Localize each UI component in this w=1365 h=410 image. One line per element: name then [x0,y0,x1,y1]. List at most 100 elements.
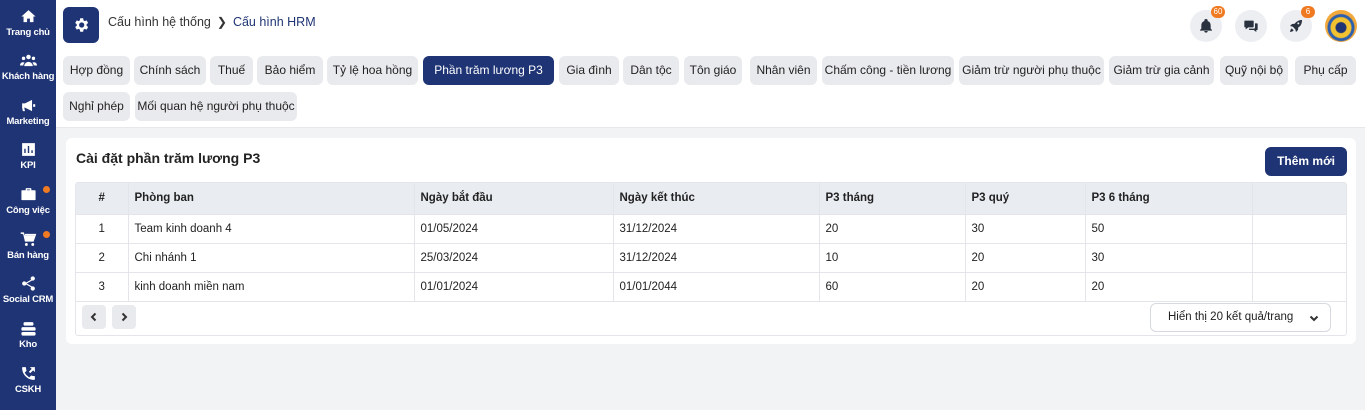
column-header-department[interactable]: Phòng ban [128,183,415,215]
chat-button[interactable] [1235,10,1267,42]
next-page-button[interactable] [112,305,136,329]
notifications-badge: 60 [1211,6,1225,18]
breadcrumb: Cấu hình hệ thống ❯ Cấu hình HRM [108,15,316,29]
top-header: Cấu hình hệ thống ❯ Cấu hình HRM 60 6 [56,0,1365,50]
chevron-right-icon [121,312,128,322]
sidebar-item-marketing[interactable]: Marketing [0,97,56,137]
sidebar-item-social-crm[interactable]: Social CRM [0,275,56,315]
end-date-cell: 01/01/2044 [613,272,820,302]
tab-phan-tram-luong-p3[interactable]: Phần trăm lương P3 [423,56,554,85]
tab-bao-hiem[interactable]: Bảo hiểm [257,56,323,85]
end-date-cell: 31/12/2024 [613,214,820,244]
column-header-p3-quarter[interactable]: P3 quý [965,183,1086,215]
sidebar-item-label: KPI [20,160,36,171]
start-date-cell: 01/05/2024 [414,214,614,244]
sidebar-item-label: Khách hàng [1,71,55,82]
table-row[interactable]: 2 Chi nhánh 1 25/03/2024 31/12/2024 10 2… [76,243,1346,273]
sidebar-item-cskh[interactable]: CSKH [0,365,56,405]
sidebar-item-customers[interactable]: Khách hàng [0,52,56,92]
breadcrumb-current: Cấu hình HRM [232,15,316,29]
p3-salary-card: Cài đặt phần trăm lương P3 Thêm mới # Ph… [66,138,1356,344]
add-new-button[interactable]: Thêm mới [1265,147,1347,176]
p3-month-cell: 20 [819,214,966,244]
sidebar-item-warehouse[interactable]: Kho [0,320,56,360]
department-cell: Team kinh doanh 4 [128,214,415,244]
rocket-icon [1290,20,1302,32]
start-date-cell: 25/03/2024 [414,243,614,273]
sidebar-item-label: Social CRM [2,294,54,305]
tab-dan-toc[interactable]: Dân tộc [623,56,679,85]
sidebar-item-sales[interactable]: Bán hàng [0,231,56,271]
sidebar-item-label: CSKH [14,384,42,395]
tab-nghi-phep[interactable]: Nghỉ phép [63,92,130,121]
row-index: 3 [76,272,129,302]
sidebar-item-label: Trang chủ [6,27,50,38]
chevron-down-icon [1309,315,1319,322]
tab-cham-cong-tien-luong[interactable]: Chấm công - tiền lương [822,56,954,85]
actions-cell[interactable] [1252,214,1346,244]
p3-6-months-cell: 30 [1085,243,1253,273]
actions-cell[interactable] [1252,272,1346,302]
p3-6-months-cell: 20 [1085,272,1253,302]
p3-quarter-cell: 30 [965,214,1086,244]
notifications-button[interactable]: 60 [1190,6,1225,42]
sidebar-item-home[interactable]: Trang chủ [0,8,56,48]
table-row[interactable]: 3 kinh doanh miền nam 01/01/2024 01/01/2… [76,272,1346,302]
p3-salary-table: # Phòng ban Ngày bắt đầu Ngày kết thúc P… [75,182,1347,336]
breadcrumb-parent[interactable]: Cấu hình hệ thống [108,15,211,29]
tab-gia-dinh[interactable]: Gia đình [559,56,619,85]
gear-icon [75,18,89,32]
actions-cell[interactable] [1252,243,1346,273]
p3-quarter-cell: 20 [965,272,1086,302]
start-date-cell: 01/01/2024 [414,272,614,302]
tab-quy-noi-bo[interactable]: Quỹ nội bộ [1220,56,1288,85]
column-header-p3-month[interactable]: P3 tháng [819,183,966,215]
page-size-value: Hiển thị 20 kết quả/trang [1168,311,1294,323]
page-size-select[interactable]: Hiển thị 20 kết quả/trang [1150,303,1331,332]
column-header-actions [1252,183,1346,215]
sidebar-item-label: Kho [19,339,37,350]
megaphone-icon [21,99,35,112]
sidebar-item-kpi[interactable]: KPI [0,141,56,181]
config-tabs: Hợp đồng Chính sách Thuế Bảo hiểm Tỷ lệ … [56,50,1365,128]
tab-phu-cap[interactable]: Phụ cấp [1295,56,1356,85]
p3-month-cell: 10 [819,243,966,273]
tab-moi-quan-he-nguoi-phu-thuoc[interactable]: Mối quan hệ người phụ thuộc [135,92,297,121]
prev-page-button[interactable] [82,305,106,329]
tab-nhan-vien[interactable]: Nhân viên [750,56,817,85]
sidebar: Trang chủ Khách hàng Marketing KPI Công … [0,0,56,410]
avatar[interactable] [1325,10,1357,42]
column-header-start-date[interactable]: Ngày bắt đầu [414,183,614,215]
tab-thue[interactable]: Thuế [210,56,253,85]
tab-ty-le-hoa-hong[interactable]: Tỷ lệ hoa hồng [327,56,418,85]
column-header-index: # [76,183,129,215]
phone-icon [21,367,35,380]
share-icon [21,276,35,291]
column-header-end-date[interactable]: Ngày kết thúc [613,183,820,215]
rocket-button[interactable]: 6 [1280,6,1315,42]
tab-giam-tru-gia-canh[interactable]: Giảm trừ gia cảnh [1109,56,1214,85]
notification-dot [43,186,50,193]
tab-giam-tru-nguoi-phu-thuoc[interactable]: Giảm trừ người phụ thuộc [959,56,1104,85]
settings-button[interactable] [63,7,99,43]
row-index: 2 [76,243,129,273]
chat-icon [1244,20,1258,32]
pagination [82,305,136,329]
tab-hop-dong[interactable]: Hợp đồng [63,56,130,85]
table-header-row: # Phòng ban Ngày bắt đầu Ngày kết thúc P… [76,183,1346,215]
card-title: Cài đặt phần trăm lương P3 [76,150,261,166]
notification-dot [43,231,50,238]
department-cell: Chi nhánh 1 [128,243,415,273]
department-cell: kinh doanh miền nam [128,272,415,302]
chevron-left-icon [90,312,97,322]
column-header-p3-6-months[interactable]: P3 6 tháng [1085,183,1253,215]
sidebar-item-work[interactable]: Công việc [0,186,56,226]
home-icon [20,10,36,23]
bell-icon [1200,19,1212,33]
tab-chinh-sach[interactable]: Chính sách [134,56,206,85]
p3-6-months-cell: 50 [1085,214,1253,244]
table-row[interactable]: 1 Team kinh doanh 4 01/05/2024 31/12/202… [76,214,1346,244]
bar-chart-icon [21,143,35,156]
tab-ton-giao[interactable]: Tôn giáo [684,56,742,85]
rocket-badge: 6 [1301,6,1315,18]
